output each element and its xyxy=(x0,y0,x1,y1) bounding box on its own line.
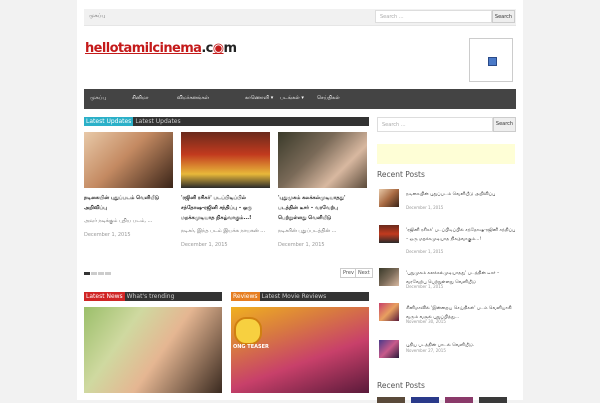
recent-post-thumb[interactable] xyxy=(379,189,399,207)
logo-reel-icon: ◉ xyxy=(212,41,224,56)
sidebar-ad-slot xyxy=(377,144,515,164)
tab-latest-updates-2[interactable]: Latest Updates xyxy=(133,117,182,126)
song-teaser-label: ONG TEASER xyxy=(233,344,269,350)
bottom-thumb[interactable] xyxy=(377,397,405,403)
next-button[interactable]: Next xyxy=(355,268,373,278)
recent-post-thumb[interactable] xyxy=(379,268,399,286)
tab-reviews[interactable]: Reviews xyxy=(231,292,260,301)
latest-card-date: December 1, 2015 xyxy=(278,242,325,248)
latest-news-header: Latest News What's trending xyxy=(84,292,222,301)
tab-latest-movie-reviews[interactable]: Latest Movie Reviews xyxy=(260,292,329,301)
recent-post-thumb[interactable] xyxy=(379,225,399,243)
carousel-pager xyxy=(84,270,112,277)
tab-latest-news[interactable]: Latest News xyxy=(84,292,125,301)
recent-post-thumb[interactable] xyxy=(379,303,399,321)
recent-posts-heading-2: Recent Posts xyxy=(377,381,425,390)
latest-card-image[interactable] xyxy=(84,132,173,188)
recent-post-item[interactable]: 'புதுமுகம் கலக்கல்முடியாதது' படத்தின் டீ… xyxy=(379,268,517,290)
recent-post-thumb[interactable] xyxy=(379,340,399,358)
latest-card-image[interactable] xyxy=(181,132,270,188)
reviews-header: Reviews Latest Movie Reviews xyxy=(231,292,369,301)
song-teaser-badge-icon xyxy=(234,317,262,345)
pager-dot[interactable] xyxy=(105,272,111,275)
bottom-thumb[interactable] xyxy=(411,397,439,403)
latest-card-excerpt: நடிகர், இந்த படம் இயக்க நாயகன் ... xyxy=(181,228,266,234)
nav-item-home[interactable]: முகப்பு xyxy=(90,95,106,101)
latest-card[interactable]: 'ரஜினி ரசிகர்' படப்பிடிப்பில் சந்தோஷ-ரஜி… xyxy=(181,132,270,248)
latest-card-excerpt: அவர் நடிக்கும் புதிய படம், ... xyxy=(84,218,153,224)
top-menu-home[interactable]: முகப்பு xyxy=(89,13,105,19)
recent-post-date: December 1, 2015 xyxy=(406,249,444,254)
tab-whats-trending[interactable]: What's trending xyxy=(125,292,177,301)
bottom-thumb[interactable] xyxy=(479,397,507,403)
top-search-button[interactable]: Search xyxy=(492,10,515,23)
tab-latest-updates[interactable]: Latest Updates xyxy=(84,117,134,126)
pager-dot[interactable] xyxy=(84,272,90,275)
latest-card-image[interactable] xyxy=(278,132,367,188)
latest-news-image[interactable] xyxy=(84,307,222,393)
latest-card-title[interactable]: 'புதுமுகம் கலக்கல்முடியாதது' படத்தின் டீ… xyxy=(278,193,367,223)
recent-post-date: December 1, 2015 xyxy=(406,284,444,289)
nav-item-cinema[interactable]: சினிமா xyxy=(132,95,149,101)
logo-part-m: m xyxy=(223,41,238,56)
recent-post-date: December 1, 2015 xyxy=(406,205,444,210)
sidebar-search-button[interactable]: Search xyxy=(493,117,516,132)
top-search-input[interactable]: Search ... xyxy=(375,10,492,23)
reviews-image[interactable]: ONG TEASER xyxy=(231,307,369,393)
recent-post-date: November 27, 2015 xyxy=(406,348,446,353)
recent-post-item[interactable]: சினிமாவில் 'இன்றைய செய்திகள்' படம் வெளிய… xyxy=(379,303,517,325)
logo-part-dot-c: .c xyxy=(201,41,213,56)
nav-item-photos[interactable]: படங்கள் ▾ xyxy=(280,95,304,101)
recent-posts-heading: Recent Posts xyxy=(377,170,425,179)
logo-part-hello: hello xyxy=(85,41,119,56)
recent-post-item[interactable]: 'ரஜினி ரசிகர்' படப்பிடிப்பில் சந்தோஷ-ரஜி… xyxy=(379,225,517,254)
page: முகப்பு Search ... Search hellotamilcine… xyxy=(77,0,523,403)
nav-item-videos[interactable]: காணொளி ▾ xyxy=(245,95,273,101)
sidebar-search-input[interactable]: Search ... xyxy=(377,117,493,132)
nav-item-news[interactable]: செய்திகள் xyxy=(317,95,340,101)
latest-card[interactable]: 'புதுமுகம் கலக்கல்முடியாதது' படத்தின் டீ… xyxy=(278,132,367,248)
site-logo[interactable]: hellotamilcinema.c◉m xyxy=(85,41,245,59)
ad-box[interactable] xyxy=(469,38,513,82)
ad-icon xyxy=(488,57,497,66)
main-nav: முகப்பு சினிமா விமர்சனங்கள் காணொளி ▾ படங… xyxy=(84,89,516,109)
recent-post-item[interactable]: புதிய படத்தின் பாடல் வெளியீடு. November … xyxy=(379,340,517,362)
sidebar-search: Search ... Search xyxy=(377,117,517,132)
latest-updates-header: Latest Updates Latest Updates xyxy=(84,117,369,126)
logo-part-tamilcinema: tamilcinema xyxy=(117,41,202,56)
recent-post-item[interactable]: நடிகையின் புதுப்படம் வெளியீடு அறிவிப்பு … xyxy=(379,189,517,211)
recent-post-title[interactable]: 'ரஜினி ரசிகர்' படப்பிடிப்பில் சந்தோஷ-ரஜி… xyxy=(406,226,516,244)
latest-card-date: December 1, 2015 xyxy=(181,242,228,248)
recent-post-date: November 30, 2015 xyxy=(406,319,446,324)
latest-card-date: December 1, 2015 xyxy=(84,232,131,238)
pager-dot[interactable] xyxy=(98,272,104,275)
latest-card[interactable]: நடிகையின் புதுப்படம் வெளியீடு அறிவிப்பு … xyxy=(84,132,173,238)
bottom-thumb[interactable] xyxy=(445,397,473,403)
recent-post-title[interactable]: நடிகையின் புதுப்படம் வெளியீடு அறிவிப்பு xyxy=(406,190,516,199)
top-bar: முகப்பு Search ... Search xyxy=(84,9,516,26)
latest-card-excerpt: நடிகரின் புதுப்படத்தின் ... xyxy=(278,228,337,234)
pager-dot[interactable] xyxy=(91,272,97,275)
latest-card-title[interactable]: நடிகையின் புதுப்படம் வெளியீடு அறிவிப்பு xyxy=(84,193,173,213)
latest-card-title[interactable]: 'ரஜினி ரசிகர்' படப்பிடிப்பில் சந்தோஷ-ரஜி… xyxy=(181,193,270,223)
nav-item-reviews[interactable]: விமர்சனங்கள் xyxy=(177,95,209,101)
